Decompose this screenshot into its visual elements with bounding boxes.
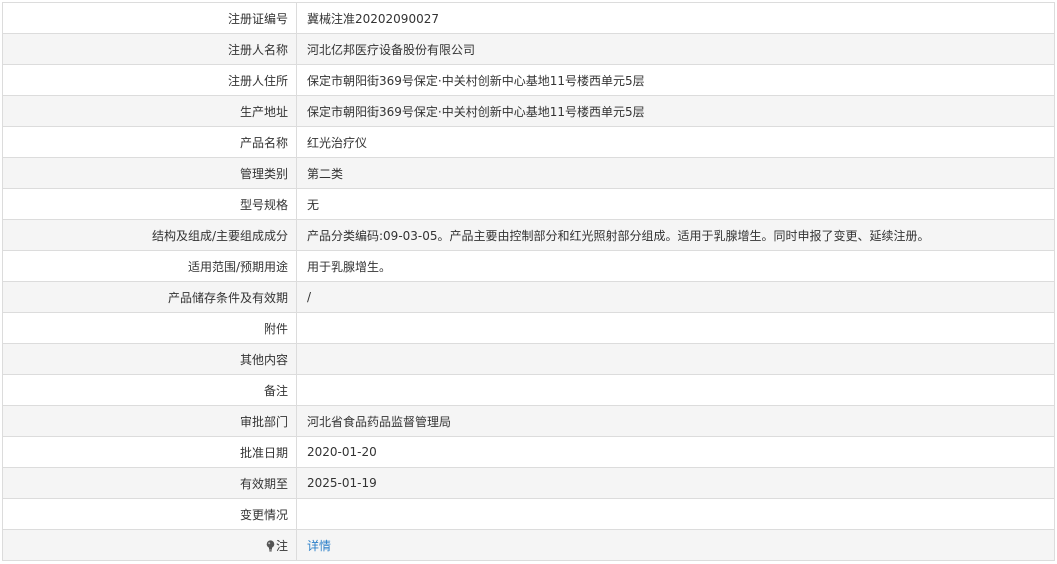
registration-info-body: 注册证编号 冀械注准20202090027 注册人名称 河北亿邦医疗设备股份有限… — [2, 2, 1055, 561]
table-row-change-status: 变更情况 — [2, 498, 1055, 530]
row-label: 注册人住所 — [2, 64, 297, 96]
table-row-structure-composition: 结构及组成/主要组成成分 产品分类编码:09-03-05。产品主要由控制部分和红… — [2, 219, 1055, 251]
row-label: 产品储存条件及有效期 — [2, 281, 297, 313]
row-label: 批准日期 — [2, 436, 297, 468]
table-row-approval-department: 审批部门 河北省食品药品监督管理局 — [2, 405, 1055, 437]
note-value-cell: 详情 — [296, 529, 1055, 561]
row-value: 2025-01-19 — [296, 467, 1055, 499]
row-value: 冀械注准20202090027 — [296, 2, 1055, 34]
row-label: 备注 — [2, 374, 297, 406]
note-label-cell: 注 — [2, 529, 297, 561]
row-label: 型号规格 — [2, 188, 297, 220]
row-label: 附件 — [2, 312, 297, 344]
row-value: 产品分类编码:09-03-05。产品主要由控制部分和红光照射部分组成。适用于乳腺… — [296, 219, 1055, 251]
row-value: 用于乳腺增生。 — [296, 250, 1055, 282]
row-value: 无 — [296, 188, 1055, 220]
row-label: 结构及组成/主要组成成分 — [2, 219, 297, 251]
table-row-registrant-address: 注册人住所 保定市朝阳街369号保定·中关村创新中心基地11号楼西单元5层 — [2, 64, 1055, 96]
row-label: 审批部门 — [2, 405, 297, 437]
table-row-registrant-name: 注册人名称 河北亿邦医疗设备股份有限公司 — [2, 33, 1055, 65]
details-link[interactable]: 详情 — [307, 539, 331, 553]
table-row-management-category: 管理类别 第二类 — [2, 157, 1055, 189]
row-value: 第二类 — [296, 157, 1055, 189]
table-row-intended-use: 适用范围/预期用途 用于乳腺增生。 — [2, 250, 1055, 282]
row-value: 河北亿邦医疗设备股份有限公司 — [296, 33, 1055, 65]
row-value — [296, 343, 1055, 375]
row-value: 2020-01-20 — [296, 436, 1055, 468]
table-row-storage-validity: 产品储存条件及有效期 / — [2, 281, 1055, 313]
row-label: 注册人名称 — [2, 33, 297, 65]
table-row-other-content: 其他内容 — [2, 343, 1055, 375]
row-value — [296, 498, 1055, 530]
registration-info-table: 注册证编号 冀械注准20202090027 注册人名称 河北亿邦医疗设备股份有限… — [2, 2, 1055, 561]
row-value: 红光治疗仪 — [296, 126, 1055, 158]
row-value: 保定市朝阳街369号保定·中关村创新中心基地11号楼西单元5层 — [296, 95, 1055, 127]
table-row-approval-date: 批准日期 2020-01-20 — [2, 436, 1055, 468]
row-label: 适用范围/预期用途 — [2, 250, 297, 282]
registration-info-panel: 注册证编号 冀械注准20202090027 注册人名称 河北亿邦医疗设备股份有限… — [2, 2, 1055, 561]
row-label: 变更情况 — [2, 498, 297, 530]
row-label: 其他内容 — [2, 343, 297, 375]
table-row-valid-until: 有效期至 2025-01-19 — [2, 467, 1055, 499]
row-label: 产品名称 — [2, 126, 297, 158]
row-label: 有效期至 — [2, 467, 297, 499]
table-row-remarks: 备注 — [2, 374, 1055, 406]
table-row-registration-number: 注册证编号 冀械注准20202090027 — [2, 2, 1055, 34]
row-label: 生产地址 — [2, 95, 297, 127]
table-row-production-address: 生产地址 保定市朝阳街369号保定·中关村创新中心基地11号楼西单元5层 — [2, 95, 1055, 127]
row-value: 河北省食品药品监督管理局 — [296, 405, 1055, 437]
row-value — [296, 312, 1055, 344]
row-value — [296, 374, 1055, 406]
table-row-attachments: 附件 — [2, 312, 1055, 344]
row-value: 保定市朝阳街369号保定·中关村创新中心基地11号楼西单元5层 — [296, 64, 1055, 96]
table-row-product-name: 产品名称 红光治疗仪 — [2, 126, 1055, 158]
note-label: 注 — [275, 538, 288, 553]
row-value: / — [296, 281, 1055, 313]
row-label: 注册证编号 — [2, 2, 297, 34]
row-label: 管理类别 — [2, 157, 297, 189]
table-row-model-spec: 型号规格 无 — [2, 188, 1055, 220]
table-row-note: 注 详情 — [2, 529, 1055, 561]
lightbulb-icon — [266, 539, 275, 552]
